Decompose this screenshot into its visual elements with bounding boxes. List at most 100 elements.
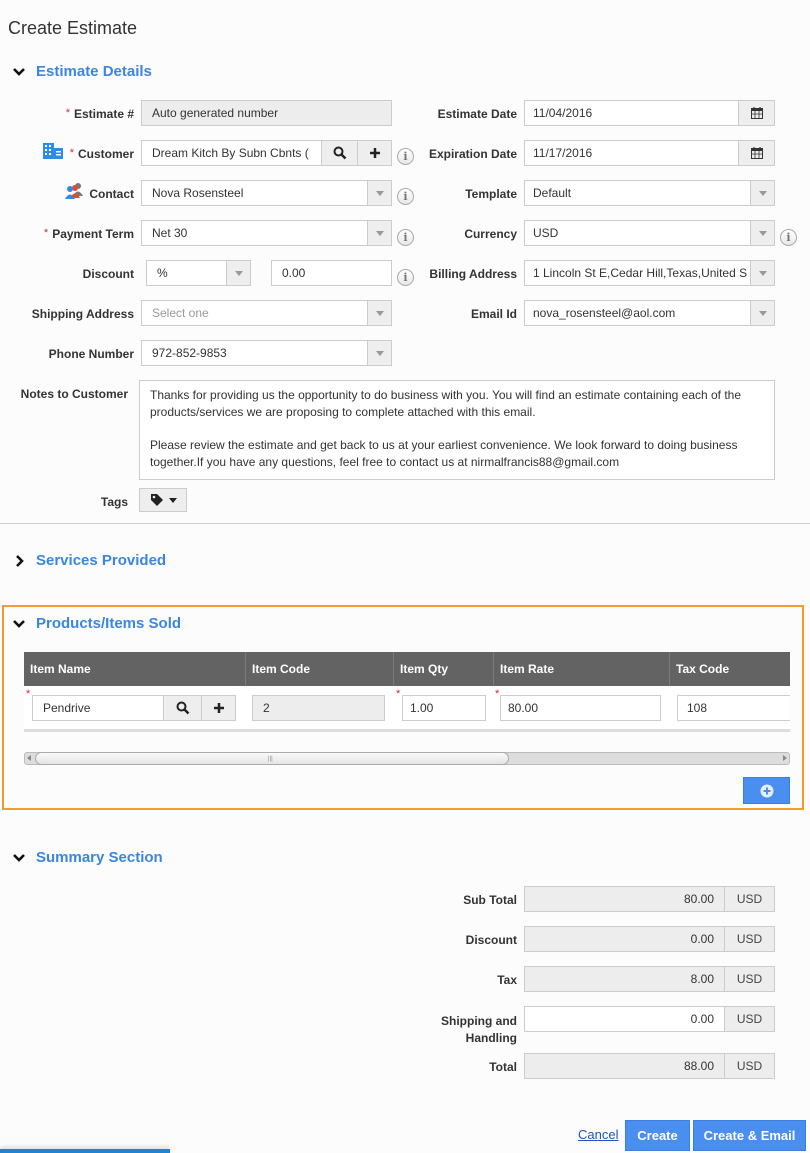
discount-info-icon[interactable]: i [397,269,414,286]
summary-discount-value: 0.00 [690,932,714,946]
tax-field: 8.00 USD [524,966,775,992]
currency-info-icon[interactable]: i [780,229,797,246]
plus-circle-icon [760,784,773,797]
discount-amount-input[interactable]: 0.00 [271,260,392,286]
required-marker: * [396,688,401,700]
chevron-right-icon [16,554,24,567]
contact-label: Contact [89,187,134,201]
items-table-row: * Pendrive 2 * 1.00 * 80.00 108 [24,686,790,732]
sub-total-field: 80.00 USD [524,886,775,912]
currency-select[interactable]: USD [524,220,775,246]
billing-address-select[interactable]: 1 Lincoln St E,Cedar Hill,Texas,United S [524,260,775,286]
building-icon [43,143,63,159]
tax-code-value: 108 [687,701,708,715]
billing-address-dropdown-toggle[interactable] [750,261,774,285]
notes-label: Notes to Customer [20,387,128,401]
tax-currency: USD [724,967,774,991]
add-item-row-button[interactable] [743,777,790,804]
billing-address-value: 1 Lincoln St E,Cedar Hill,Texas,United S [533,266,748,280]
customer-add-button[interactable] [357,141,391,165]
expiration-date-label: Expiration Date [428,147,517,161]
chevron-down-icon [13,853,25,862]
sub-total-currency: USD [724,887,774,911]
discount-label: Discount [82,267,134,281]
contact-select[interactable]: Nova Rosensteel [141,180,392,206]
template-label: Template [465,187,517,201]
item-rate-input[interactable]: 80.00 [500,695,661,721]
tags-button[interactable] [139,488,187,512]
estimate-date-value: 11/04/2016 [533,106,593,120]
phone-number-dropdown-toggle[interactable] [367,341,391,365]
scroll-right-arrow-icon[interactable] [783,755,787,761]
email-id-label: Email Id [470,307,517,321]
estimate-date-picker-button[interactable] [738,101,774,125]
item-qty-input[interactable]: 1.00 [402,695,486,721]
template-select[interactable]: Default [524,180,775,206]
customer-search-button[interactable] [321,141,357,165]
scroll-left-arrow-icon[interactable] [27,755,31,761]
payment-term-select[interactable]: Net 30 [141,220,392,246]
phone-number-value: 972-852-9853 [152,346,227,360]
discount-type-value: % [157,266,168,280]
cancel-link[interactable]: Cancel [578,1127,618,1142]
customer-info-icon[interactable]: i [397,148,414,165]
template-dropdown-toggle[interactable] [750,181,774,205]
contact-info-icon[interactable]: i [397,188,414,205]
section-divider [0,523,810,524]
expiration-date-picker-button[interactable] [738,141,774,165]
estimate-date-input[interactable]: 11/04/2016 [524,100,775,126]
currency-value: USD [533,226,559,240]
item-add-button[interactable] [201,696,235,720]
payment-term-value: Net 30 [152,226,188,240]
caret-down-icon [168,497,177,503]
payment-term-dropdown-toggle[interactable] [367,221,391,245]
items-table-horizontal-scrollbar[interactable]: ||| [24,752,790,765]
discount-type-dropdown-toggle[interactable] [226,261,250,285]
item-search-button[interactable] [163,696,201,720]
email-id-select[interactable]: nova_rosensteel@aol.com [524,300,775,326]
expiration-date-value: 11/17/2016 [533,146,593,160]
notes-paragraph-1: Thanks for providing us the opportunity … [150,388,742,419]
customer-field[interactable]: Dream Kitch By Subn Cbnts ( [141,140,392,166]
estimate-date-label: Estimate Date [437,107,517,121]
section-title: Summary Section [36,849,163,866]
currency-dropdown-toggle[interactable] [750,221,774,245]
shipping-handling-input[interactable]: 0.00 USD [524,1006,775,1032]
payment-term-label: * Payment Term [43,227,134,241]
shipping-handling-label: Shipping and Handling [441,1014,517,1045]
column-header-item-code: Item Code [246,652,394,686]
email-id-dropdown-toggle[interactable] [750,301,774,325]
caret-down-icon [375,350,384,356]
payment-term-info-icon[interactable]: i [397,229,414,246]
tag-icon [150,494,163,506]
section-summary[interactable]: Summary Section [12,849,163,866]
shipping-address-label: Shipping Address [31,307,134,321]
scrollbar-thumb[interactable]: ||| [35,752,509,765]
item-rate-value: 80.00 [508,701,539,715]
phone-number-select[interactable]: 972-852-9853 [141,340,392,366]
caret-down-icon [758,270,767,276]
search-icon [176,701,189,715]
customer-value: Dream Kitch By Subn Cbnts ( [152,146,309,160]
required-marker: * [495,688,500,700]
estimate-number-value: Auto generated number [152,106,279,120]
notes-paragraph-2: Please review the estimate and get back … [150,438,738,469]
shipping-address-dropdown-toggle[interactable] [367,301,391,325]
discount-type-select[interactable]: % [146,260,251,286]
section-services-provided[interactable]: Services Provided [12,552,166,569]
contact-dropdown-toggle[interactable] [367,181,391,205]
notes-textarea[interactable]: Thanks for providing us the opportunity … [139,380,775,480]
item-name-field[interactable]: Pendrive [32,695,236,721]
total-currency: USD [724,1054,774,1078]
customer-label: * Customer [69,147,134,161]
shipping-address-select[interactable]: Select one [141,300,392,326]
expiration-date-input[interactable]: 11/17/2016 [524,140,775,166]
create-button[interactable]: Create [625,1120,690,1151]
create-and-email-button[interactable]: Create & Email [693,1120,806,1151]
section-products-items-sold[interactable]: Products/Items Sold [12,615,181,632]
section-estimate-details[interactable]: Estimate Details [12,63,152,80]
caret-down-icon [758,310,767,316]
section-title: Services Provided [36,552,167,569]
tax-code-input[interactable]: 108 [677,695,790,721]
tax-label: Tax [497,973,517,987]
